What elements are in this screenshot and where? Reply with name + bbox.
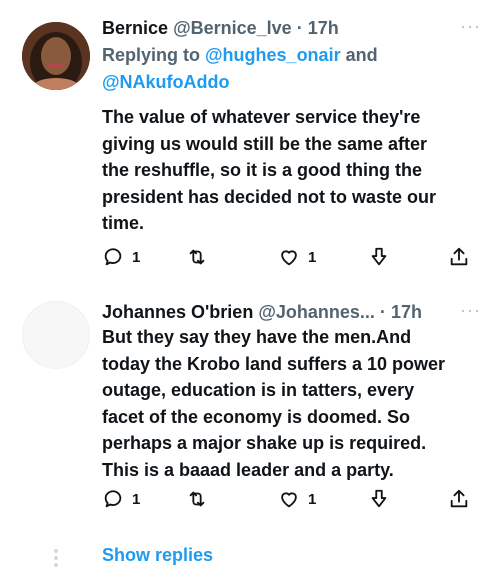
like-button[interactable]: 1 [278, 485, 316, 513]
reply-icon [104, 490, 122, 508]
tweet-2[interactable]: Johannes O'brien @Johannes... · 17h ··· … [0, 0, 500, 530]
tweet-header: Johannes O'brien @Johannes... · 17h [102, 299, 460, 325]
tweet-text-line: This is a baaad leader and a party. [102, 459, 394, 480]
retweet-icon [189, 491, 205, 507]
separator-dot: · [379, 302, 386, 322]
tweet-text-line: outage, education is in tatters, every [102, 380, 415, 400]
tweet-text-line: perhaps a major shake up is required. [102, 433, 427, 453]
thread-ellipsis [54, 549, 58, 567]
like-count: 1 [308, 490, 317, 508]
arrow-down-icon [371, 489, 387, 508]
timestamp[interactable]: 17h [391, 302, 422, 322]
tweet-text-line: But they say they have the men.And [102, 327, 412, 347]
author-handle[interactable]: @Johannes... [258, 302, 375, 322]
heart-icon [281, 492, 297, 508]
retweet-button[interactable] [186, 485, 216, 513]
tweet-text-line: today the Krobo land suffers a 10 power [102, 353, 446, 374]
reply-button[interactable]: 1 [102, 485, 140, 513]
tweet-actions: 1 1 [102, 485, 482, 513]
share-icon [450, 489, 468, 508]
more-options-icon[interactable]: ··· [460, 299, 482, 325]
avatar[interactable] [22, 301, 90, 369]
reply-count: 1 [132, 490, 141, 508]
tweet-text-line: facet of the economy is doomed. So [102, 406, 411, 427]
author-name[interactable]: Johannes O'brien [102, 302, 253, 322]
show-replies-link[interactable]: Show replies [102, 545, 213, 566]
downvote-button[interactable] [368, 485, 390, 513]
tweet-text: But they say they have the men.And today… [102, 324, 487, 483]
share-button[interactable] [448, 485, 470, 513]
